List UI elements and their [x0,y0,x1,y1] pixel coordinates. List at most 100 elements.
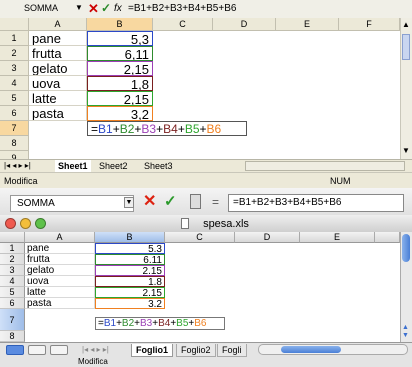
cell-a1[interactable]: pane [29,31,87,46]
cell-b1[interactable]: 5.3 [95,243,165,254]
cell-b6[interactable]: 3,2 [87,106,153,121]
scroll-thumb[interactable] [402,234,410,262]
formula-input[interactable]: =B1+B2+B3+B4+B5+B6 [128,2,236,15]
column-header-d[interactable]: D [235,232,300,243]
scroll-up-icon[interactable]: ▲ [402,324,409,331]
sheet-tab-bar: |◂ ◂ ▸ ▸| Sheet1 Sheet2 Sheet3 [0,159,412,173]
row-header-4[interactable]: 4 [0,276,25,287]
cell-a3[interactable]: gelato [29,61,87,76]
column-header-e[interactable]: E [300,232,375,243]
cell-b1[interactable]: 5,3 [87,31,153,46]
cell-a5[interactable]: latte [25,287,95,298]
cell-b3[interactable]: 2,15 [87,61,153,76]
cell-b7-editing[interactable]: =B1+B2+B3+B4+B5+B6 [87,121,247,136]
name-box-dropdown-icon[interactable]: ▼ [75,3,83,12]
row-header-2[interactable]: 2 [0,46,29,61]
insert-function-icon[interactable]: fx [114,2,122,15]
column-header-a[interactable]: A [29,18,87,31]
tab-sheet3[interactable]: Sheet3 [144,160,173,172]
column-header-c[interactable]: C [165,232,235,243]
vertical-scrollbar[interactable]: ▲ ▼ [400,18,412,159]
cell-b7-editing[interactable]: =B1+B2+B3+B4+B5+B6 [95,317,225,330]
normal-view-icon[interactable] [6,345,24,355]
row-header-3[interactable]: 3 [0,61,29,76]
name-box-dropdown-icon[interactable]: ▼ [124,197,134,208]
column-header-f[interactable]: F [339,18,400,31]
formula-input[interactable]: =B1+B2+B3+B4+B5+B6 [228,194,404,212]
cell-a3[interactable]: gelato [25,265,95,276]
formula-token: B6 [194,318,207,329]
row-header-8[interactable]: 8 [0,331,25,342]
scroll-up-icon[interactable]: ▲ [402,20,410,29]
worksheet-grid[interactable]: A B C D E F 1 2 3 4 5 6 7 8 9 pane frutt… [0,18,400,166]
formula-token: + [199,122,207,136]
cell-a2[interactable]: frutta [29,46,87,61]
cell-b2[interactable]: 6.11 [95,254,165,265]
column-header-d[interactable]: D [213,18,276,31]
status-num-indicator: NUM [330,176,351,186]
cell-b3[interactable]: 2.15 [95,265,165,276]
tab-foglio1[interactable]: Foglio1 [131,344,173,357]
name-box[interactable]: SOMMA [10,195,134,212]
cancel-icon[interactable]: ✕ [88,0,99,17]
tab-sheet2[interactable]: Sheet2 [99,160,128,172]
cancel-icon[interactable]: ✕ [143,193,156,211]
row-header-1[interactable]: 1 [0,243,25,254]
page-break-view-icon[interactable] [50,345,68,355]
row-header-7[interactable]: 7 [0,309,25,331]
formula-token: B4 [158,318,171,329]
cell-b5[interactable]: 2,15 [87,91,153,106]
vertical-scrollbar[interactable]: ▲ ▼ [400,232,412,342]
tab-foglio3[interactable]: Fogli [217,344,247,357]
cell-b6[interactable]: 3.2 [95,298,165,309]
row-header-6[interactable]: 6 [0,106,29,121]
cell-a4[interactable]: uova [25,276,95,287]
row-header-2[interactable]: 2 [0,254,25,265]
row-header-7[interactable]: 7 [0,121,29,136]
select-all-corner[interactable] [0,18,29,31]
row-header-1[interactable]: 1 [0,31,29,46]
cell-b4[interactable]: 1.8 [95,276,165,287]
column-header-b[interactable]: B [95,232,165,243]
cell-b5[interactable]: 2.15 [95,287,165,298]
formula-token: B2 [121,318,135,329]
sheet-nav-arrows-icon[interactable]: |◂ ◂ ▸ ▸| [4,160,31,172]
column-header-e[interactable]: E [276,18,339,31]
row-header-5[interactable]: 5 [0,91,29,106]
cell-a5[interactable]: latte [29,91,87,106]
cell-b2[interactable]: 6,11 [87,46,153,61]
scroll-down-icon[interactable]: ▼ [402,146,410,155]
equals-button[interactable]: = [212,194,219,210]
row-header-5[interactable]: 5 [0,287,25,298]
column-header-c[interactable]: C [153,18,213,31]
scroll-down-icon[interactable]: ▼ [402,332,409,339]
tab-sheet1[interactable]: Sheet1 [55,160,91,172]
horizontal-scrollbar[interactable] [245,161,405,171]
row-header-4[interactable]: 4 [0,76,29,91]
cell-a6[interactable]: pasta [25,298,95,309]
cell-a1[interactable]: pane [25,243,95,254]
cell-a2[interactable]: frutta [25,254,95,265]
tab-foglio2[interactable]: Foglio2 [176,344,216,357]
enter-check-icon[interactable]: ✓ [164,193,177,211]
enter-check-icon[interactable]: ✓ [101,0,111,17]
calculator-icon[interactable] [190,194,201,209]
column-header-b[interactable]: B [87,18,153,31]
worksheet-grid[interactable]: A B C D E 1 2 3 4 5 6 7 8 pane frutta ge… [0,232,400,342]
column-header-a[interactable]: A [25,232,95,243]
scroll-thumb[interactable] [281,346,341,353]
scroll-thumb[interactable] [402,34,410,60]
cell-b4[interactable]: 1,8 [87,76,153,91]
page-layout-view-icon[interactable] [28,345,46,355]
sheet-nav-arrows-icon[interactable]: |◂ ◂ ▸ ▸| [82,343,109,357]
row-header-3[interactable]: 3 [0,265,25,276]
name-box[interactable]: SOMMA [24,2,72,15]
cell-a6[interactable]: pasta [29,106,87,121]
select-all-corner[interactable] [0,232,25,243]
column-header-f[interactable] [375,232,400,243]
formula-token: B1 [103,318,117,329]
row-header-8[interactable]: 8 [0,136,29,151]
horizontal-scrollbar[interactable] [258,344,408,355]
cell-a4[interactable]: uova [29,76,87,91]
row-header-6[interactable]: 6 [0,298,25,309]
